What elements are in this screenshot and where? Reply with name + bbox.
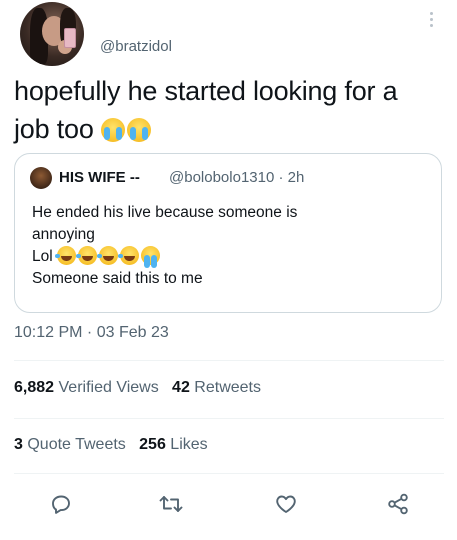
likes-stat[interactable]: 256 Likes	[139, 436, 208, 453]
loudly-crying-face-icon	[141, 246, 160, 268]
quote-avatar	[30, 167, 52, 189]
views-stat[interactable]: 6,882 Verified Views	[14, 379, 159, 396]
quoted-tweet[interactable]: HIS WIFE -- @bolobolo1310 · 2h He ended …	[14, 153, 442, 313]
rolling-on-floor-laughing-icon	[76, 246, 97, 265]
quote-handle-time: @bolobolo1310 · 2h	[169, 169, 305, 186]
loudly-crying-face-icon	[126, 118, 151, 142]
quote-line-2: annoying	[32, 226, 95, 243]
rolling-on-floor-laughing-icon	[55, 246, 76, 265]
tweet-text-line-1: hopefully he started looking for a	[14, 76, 398, 106]
tweet-text-line-2: job too	[14, 114, 94, 144]
tweet-text: hopefully he started looking for a job t…	[14, 72, 444, 148]
tweet: @bratzidol hopefully he started looking …	[0, 0, 457, 540]
action-bar	[0, 485, 457, 521]
quote-author-name: HIS WIFE --	[59, 169, 140, 186]
author-handle[interactable]: @bratzidol	[100, 38, 172, 55]
reply-icon[interactable]	[48, 491, 74, 517]
quote-line-1: He ended his live because someone is	[32, 204, 298, 221]
more-options-icon[interactable]	[427, 12, 435, 32]
rolling-on-floor-laughing-icon	[97, 246, 118, 265]
divider	[14, 360, 444, 361]
stats-row-views-retweets: 6,882 Verified Views 42 Retweets	[14, 379, 261, 397]
quote-line-3: Lol	[32, 248, 53, 265]
share-icon[interactable]	[385, 491, 411, 517]
quote-text: He ended his live because someone is ann…	[32, 202, 432, 290]
loudly-crying-face-icon	[100, 118, 125, 142]
avatar[interactable]	[20, 2, 84, 66]
rolling-on-floor-laughing-icon	[118, 246, 139, 265]
divider	[14, 473, 444, 474]
quote-line-4: Someone said this to me	[32, 270, 203, 287]
divider	[14, 418, 444, 419]
retweets-stat[interactable]: 42 Retweets	[172, 379, 261, 396]
stats-row-quotes-likes: 3 Quote Tweets 256 Likes	[14, 436, 208, 454]
retweet-icon[interactable]	[158, 491, 184, 517]
timestamp[interactable]: 10:12 PM · 03 Feb 23	[14, 324, 169, 342]
like-icon[interactable]	[273, 491, 299, 517]
quote-tweets-stat[interactable]: 3 Quote Tweets	[14, 436, 126, 453]
